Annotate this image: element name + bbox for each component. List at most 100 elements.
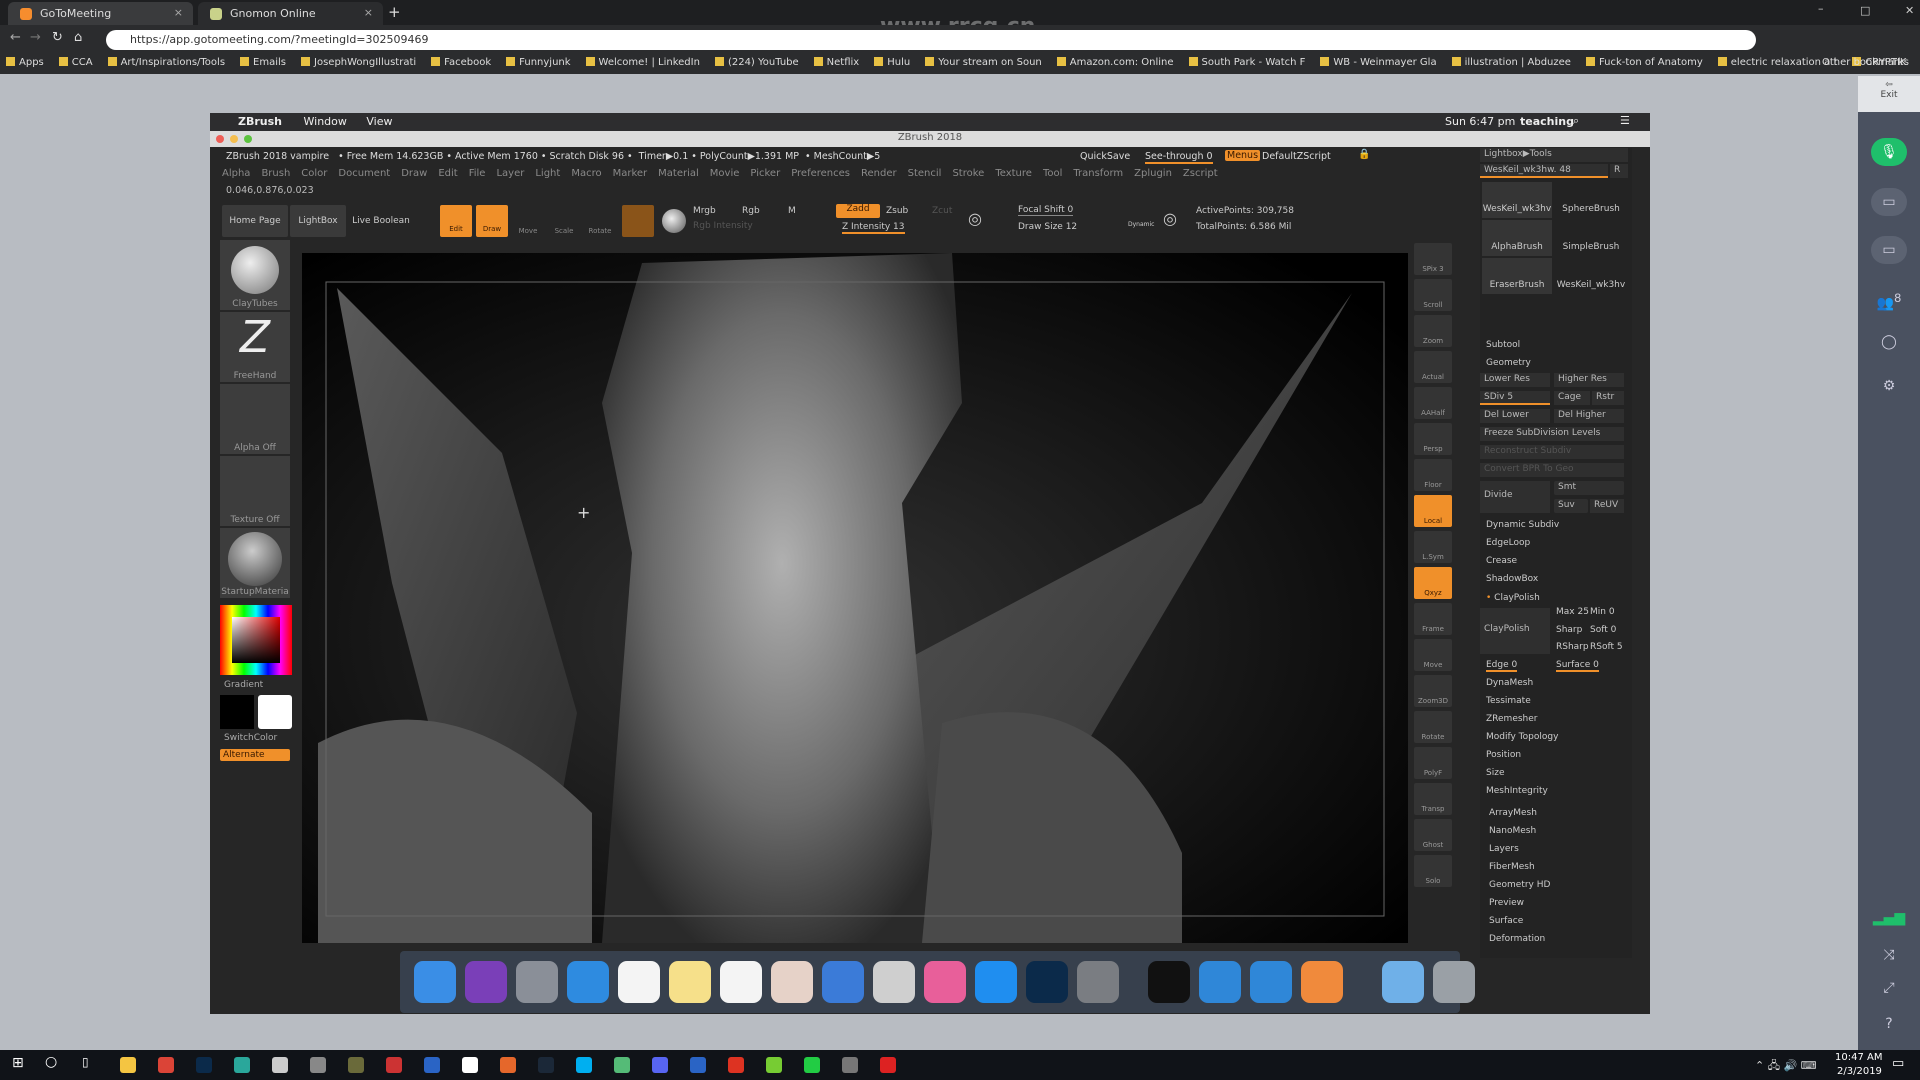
tool-thumbnail[interactable]: WesKeil_wk3hv: [1482, 182, 1552, 218]
default-zscript-button[interactable]: DefaultZScript: [1262, 151, 1331, 162]
window-maximize-icon[interactable]: □: [1860, 4, 1870, 17]
view-button-aahalf[interactable]: AAHalf: [1414, 387, 1452, 419]
tool-section[interactable]: Layers: [1489, 844, 1519, 854]
bookmark-item[interactable]: electric relaxation a t: [1718, 57, 1838, 68]
rstr-button[interactable]: Rstr: [1592, 391, 1624, 405]
smt-toggle[interactable]: Smt: [1554, 481, 1624, 495]
other-bookmarks[interactable]: Other bookmarks: [1822, 57, 1909, 68]
menu-zbrush[interactable]: ZBrush: [238, 115, 282, 128]
bookmark-item[interactable]: WB - Weinmayer Gla: [1320, 57, 1436, 68]
tool-section[interactable]: Deformation: [1489, 934, 1545, 944]
view-button-ghost[interactable]: Ghost: [1414, 819, 1452, 851]
zbrush-menu-item[interactable]: Render: [861, 168, 897, 179]
geometry-item[interactable]: ShadowBox: [1486, 574, 1538, 584]
bookmark-item[interactable]: Art/Inspirations/Tools: [108, 57, 225, 68]
exit-button[interactable]: ⇦ Exit: [1858, 76, 1920, 112]
rsoft-slider[interactable]: RSoft 5: [1590, 642, 1623, 652]
chat-icon[interactable]: ◯: [1871, 328, 1907, 356]
texture-thumbnail[interactable]: Texture Off: [220, 456, 290, 526]
bookmark-item[interactable]: Funnyjunk: [506, 57, 570, 68]
claypolish-section[interactable]: • ClayPolish: [1486, 593, 1540, 603]
rotate-button[interactable]: Rotate: [584, 205, 616, 237]
suv-toggle[interactable]: Suv: [1554, 499, 1588, 513]
notes-icon[interactable]: [669, 961, 711, 1003]
zcut-button[interactable]: Zcut: [932, 206, 952, 216]
taskbar-app-icon[interactable]: [386, 1057, 402, 1073]
microphone-button[interactable]: 🎙: [1871, 138, 1907, 166]
taskbar-app-icon[interactable]: [348, 1057, 364, 1073]
screen-share-button[interactable]: ▭: [1871, 188, 1907, 216]
finder-icon[interactable]: [414, 961, 456, 1003]
taskbar-app-icon[interactable]: [766, 1057, 782, 1073]
taskbar-app-icon[interactable]: [500, 1057, 516, 1073]
taskbar-app-icon[interactable]: [652, 1057, 668, 1073]
browser-icon[interactable]: [1250, 961, 1292, 1003]
bookmark-item[interactable]: Your stream on Soun: [925, 57, 1042, 68]
tool-section[interactable]: Preview: [1489, 898, 1524, 908]
menu-view[interactable]: View: [366, 115, 392, 128]
trash-icon[interactable]: [1433, 961, 1475, 1003]
browser-tab[interactable]: Gnomon Online ×: [198, 2, 383, 25]
view-button-qxyz[interactable]: Qxyz: [1414, 567, 1452, 599]
quicksave-button[interactable]: QuickSave: [1080, 151, 1130, 162]
soft-slider[interactable]: Soft 0: [1590, 625, 1616, 635]
fullscreen-icon[interactable]: ⤢: [1871, 974, 1907, 1002]
menus-toggle[interactable]: Menus: [1225, 150, 1261, 161]
taskbar-app-icon[interactable]: [120, 1057, 136, 1073]
view-button-move[interactable]: Move: [1414, 639, 1452, 671]
live-boolean-button[interactable]: Live Boolean: [350, 205, 412, 237]
color-square[interactable]: [232, 617, 280, 663]
zbrush-menu-item[interactable]: Light: [535, 168, 560, 179]
taskbar-app-icon[interactable]: [158, 1057, 174, 1073]
safari-icon[interactable]: [567, 961, 609, 1003]
window-minimize-icon[interactable]: –: [1818, 2, 1824, 15]
zbrush-menu-item[interactable]: Color: [301, 168, 327, 179]
reuv-button[interactable]: ReUV: [1590, 499, 1624, 513]
window-close-icon[interactable]: ✕: [1905, 4, 1914, 17]
move-button[interactable]: Move: [512, 205, 544, 237]
taskbar-app-icon[interactable]: [462, 1057, 478, 1073]
sculpt-canvas[interactable]: +: [302, 253, 1408, 943]
view-button-zoom[interactable]: Zoom: [1414, 315, 1452, 347]
scale-button[interactable]: Scale: [548, 205, 580, 237]
url-bar[interactable]: https://app.gotomeeting.com/?meetingId=3…: [106, 30, 1756, 50]
bookmark-item[interactable]: Fuck-ton of Anatomy: [1586, 57, 1703, 68]
bookmark-item[interactable]: Apps: [6, 57, 44, 68]
geometry-item[interactable]: Dynamic Subdiv: [1486, 520, 1559, 530]
zbrush-menu-item[interactable]: Macro: [571, 168, 601, 179]
switch-color-button[interactable]: SwitchColor: [224, 733, 277, 743]
convert-bpr-button[interactable]: Convert BPR To Geo: [1480, 463, 1624, 477]
tool-section[interactable]: Geometry HD: [1489, 880, 1550, 890]
secondary-color-swatch[interactable]: [220, 695, 254, 729]
taskbar-app-icon[interactable]: [196, 1057, 212, 1073]
higher-res-button[interactable]: Higher Res: [1554, 373, 1624, 387]
zbrush-menu-item[interactable]: Picker: [750, 168, 780, 179]
zbrush-menu-item[interactable]: Preferences: [791, 168, 850, 179]
taskbar-app-icon[interactable]: [880, 1057, 896, 1073]
bookmark-item[interactable]: Hulu: [874, 57, 910, 68]
menu-window[interactable]: Window: [304, 115, 347, 128]
stroke-s-icon[interactable]: ◎: [968, 209, 982, 228]
flower-icon[interactable]: [1301, 961, 1343, 1003]
reconstruct-subdiv-button[interactable]: Reconstruct Subdiv: [1480, 445, 1624, 459]
tool-section[interactable]: NanoMesh: [1489, 826, 1536, 836]
taskbar-app-icon[interactable]: [842, 1057, 858, 1073]
z-intensity-slider[interactable]: Z Intensity 13: [842, 222, 905, 234]
tool-thumbnail[interactable]: AlphaBrush: [1482, 220, 1552, 256]
zbrush-menu-item[interactable]: Movie: [710, 168, 740, 179]
tool-thumbnail[interactable]: EraserBrush: [1482, 258, 1552, 294]
rsharp-slider[interactable]: RSharp: [1556, 642, 1589, 652]
zbrush-menu-item[interactable]: Alpha: [222, 168, 250, 179]
folder-icon[interactable]: [1382, 961, 1424, 1003]
zbrush-menu-item[interactable]: Transform: [1073, 168, 1123, 179]
brush-thumbnail[interactable]: ClayTubes: [220, 240, 290, 310]
sharp-slider[interactable]: Sharp: [1556, 625, 1582, 635]
bookmark-item[interactable]: Amazon.com: Online: [1057, 57, 1174, 68]
r-button[interactable]: R: [1610, 164, 1628, 178]
zbrush-menu-item[interactable]: File: [469, 168, 486, 179]
siri-icon[interactable]: [465, 961, 507, 1003]
tool-thumbnail[interactable]: SphereBrush: [1556, 182, 1626, 218]
zbrush-menu-item[interactable]: Stencil: [908, 168, 942, 179]
rgb-intensity-slider[interactable]: Rgb Intensity: [693, 221, 753, 231]
surface-slider[interactable]: Surface 0: [1556, 660, 1599, 672]
